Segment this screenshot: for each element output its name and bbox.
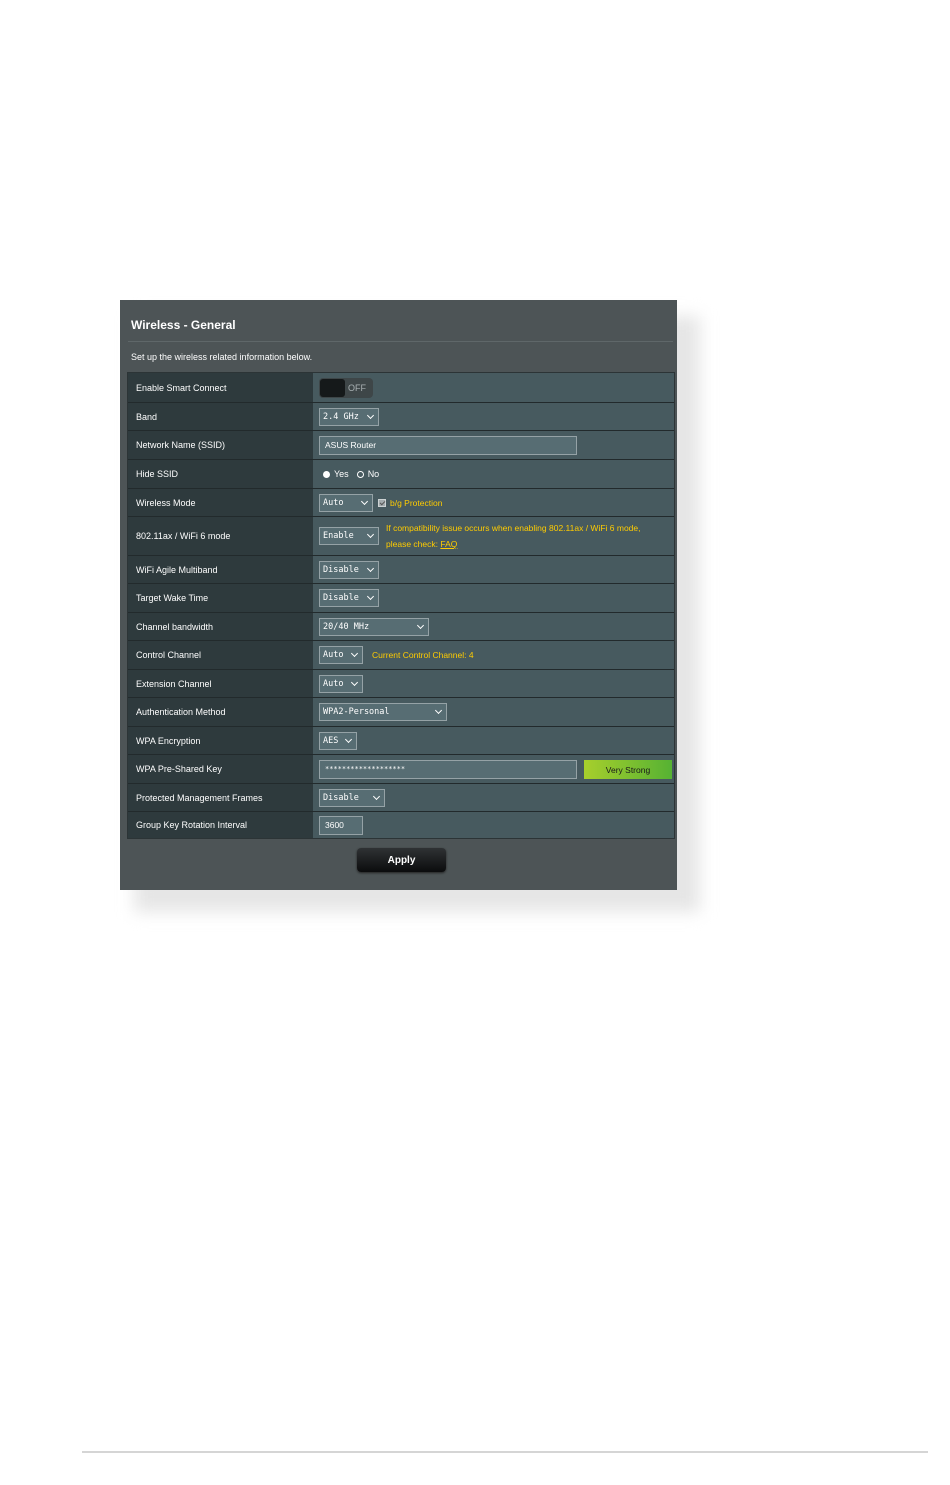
row-psk: WPA Pre-Shared Key ******************* V…	[128, 755, 674, 784]
extension-channel-select[interactable]: Auto	[319, 674, 363, 693]
faq-link[interactable]: FAQ	[440, 539, 457, 549]
wifi6-compat-note: If compatibility issue occurs when enabl…	[386, 523, 641, 549]
current-channel-note: Current Control Channel: 4	[372, 650, 474, 660]
target-wake-time-label: Target Wake Time	[128, 584, 313, 612]
hide-ssid-no-radio[interactable]: No	[356, 469, 379, 479]
channel-bandwidth-label: Channel bandwidth	[128, 613, 313, 640]
wifi6-mode-label: 802.11ax / WiFi 6 mode	[128, 517, 313, 555]
chevron-down-icon	[366, 592, 375, 601]
row-ssid: Network Name (SSID) ASUS Router	[128, 431, 674, 460]
row-control-channel: Control Channel Auto Current Control Cha…	[128, 641, 674, 670]
hide-ssid-label: Hide SSID	[128, 460, 313, 488]
panel-description: Set up the wireless related information …	[131, 352, 313, 362]
chevron-down-icon	[366, 411, 375, 419]
chevron-down-icon	[360, 497, 369, 505]
wireless-mode-label: Wireless Mode	[128, 489, 313, 516]
row-auth-method: Authentication Method WPA2-Personal	[128, 698, 674, 727]
ssid-input[interactable]: ASUS Router	[319, 435, 577, 455]
auth-method-select[interactable]: WPA2-Personal	[319, 703, 447, 721]
chevron-down-icon	[416, 621, 425, 629]
target-wake-time-select[interactable]: Disable	[319, 589, 379, 607]
panel-title: Wireless - General	[131, 318, 236, 332]
footer-divider	[82, 1451, 928, 1453]
channel-bandwidth-select[interactable]: 20/40 MHz	[319, 617, 429, 636]
chevron-down-icon	[350, 649, 359, 658]
psk-label: WPA Pre-Shared Key	[128, 755, 313, 783]
gtk-interval-label: Group Key Rotation Interval	[128, 812, 313, 838]
auth-method-label: Authentication Method	[128, 698, 313, 726]
row-band: Band 2.4 GHz	[128, 403, 674, 431]
wpa-encryption-select[interactable]: AES	[319, 731, 357, 750]
settings-table: Enable Smart Connect OFF Band 2.4 GHz Ne…	[127, 372, 675, 839]
row-wpa-encryption: WPA Encryption AES	[128, 727, 674, 755]
key-strength-indicator: Very Strong	[584, 760, 672, 779]
row-hide-ssid: Hide SSID Yes No	[128, 460, 674, 489]
toggle-state-label: OFF	[348, 382, 366, 393]
row-pmf: Protected Management Frames Disable	[128, 784, 674, 812]
bg-protection-checkbox[interactable]	[378, 498, 386, 507]
chevron-down-icon	[344, 735, 353, 743]
psk-input[interactable]: *******************	[319, 759, 577, 779]
wifi6-mode-select[interactable]: Enable	[319, 527, 379, 545]
row-target-wake-time: Target Wake Time Disable	[128, 584, 674, 613]
row-gtk-interval: Group Key Rotation Interval 3600	[128, 812, 674, 838]
radio-unselected-icon	[356, 470, 364, 478]
gtk-interval-input[interactable]: 3600	[319, 815, 363, 835]
control-channel-label: Control Channel	[128, 641, 313, 669]
title-divider	[128, 341, 673, 342]
wireless-mode-select[interactable]: Auto	[319, 493, 373, 512]
agile-multiband-select[interactable]: Disable	[319, 560, 379, 579]
pmf-label: Protected Management Frames	[128, 784, 313, 811]
row-agile-multiband: WiFi Agile Multiband Disable	[128, 556, 674, 584]
row-channel-bandwidth: Channel bandwidth 20/40 MHz	[128, 613, 674, 641]
hide-ssid-yes-radio[interactable]: Yes	[323, 469, 349, 479]
smart-connect-label: Enable Smart Connect	[128, 373, 313, 402]
band-select[interactable]: 2.4 GHz	[319, 407, 379, 426]
wireless-general-panel: Wireless - General Set up the wireless r…	[120, 300, 677, 890]
chevron-down-icon	[434, 706, 443, 715]
bg-protection-label: b/g Protection	[390, 497, 443, 508]
chevron-down-icon	[366, 564, 375, 572]
apply-button[interactable]: Apply	[357, 848, 446, 872]
wpa-encryption-label: WPA Encryption	[128, 727, 313, 754]
control-channel-select[interactable]: Auto	[319, 646, 363, 664]
row-wireless-mode: Wireless Mode Auto b/g Protection	[128, 489, 674, 517]
band-label: Band	[128, 403, 313, 430]
row-wifi6-mode: 802.11ax / WiFi 6 mode Enable If compati…	[128, 517, 674, 556]
extension-channel-label: Extension Channel	[128, 670, 313, 697]
row-extension-channel: Extension Channel Auto	[128, 670, 674, 698]
smart-connect-toggle[interactable]: OFF	[319, 377, 373, 398]
toggle-knob	[320, 378, 345, 397]
chevron-down-icon	[366, 530, 375, 539]
chevron-down-icon	[350, 678, 359, 686]
chevron-down-icon	[372, 792, 381, 800]
row-smart-connect: Enable Smart Connect OFF	[128, 373, 674, 403]
ssid-label: Network Name (SSID)	[128, 431, 313, 459]
pmf-select[interactable]: Disable	[319, 788, 385, 807]
agile-multiband-label: WiFi Agile Multiband	[128, 556, 313, 583]
radio-selected-icon	[323, 470, 330, 478]
